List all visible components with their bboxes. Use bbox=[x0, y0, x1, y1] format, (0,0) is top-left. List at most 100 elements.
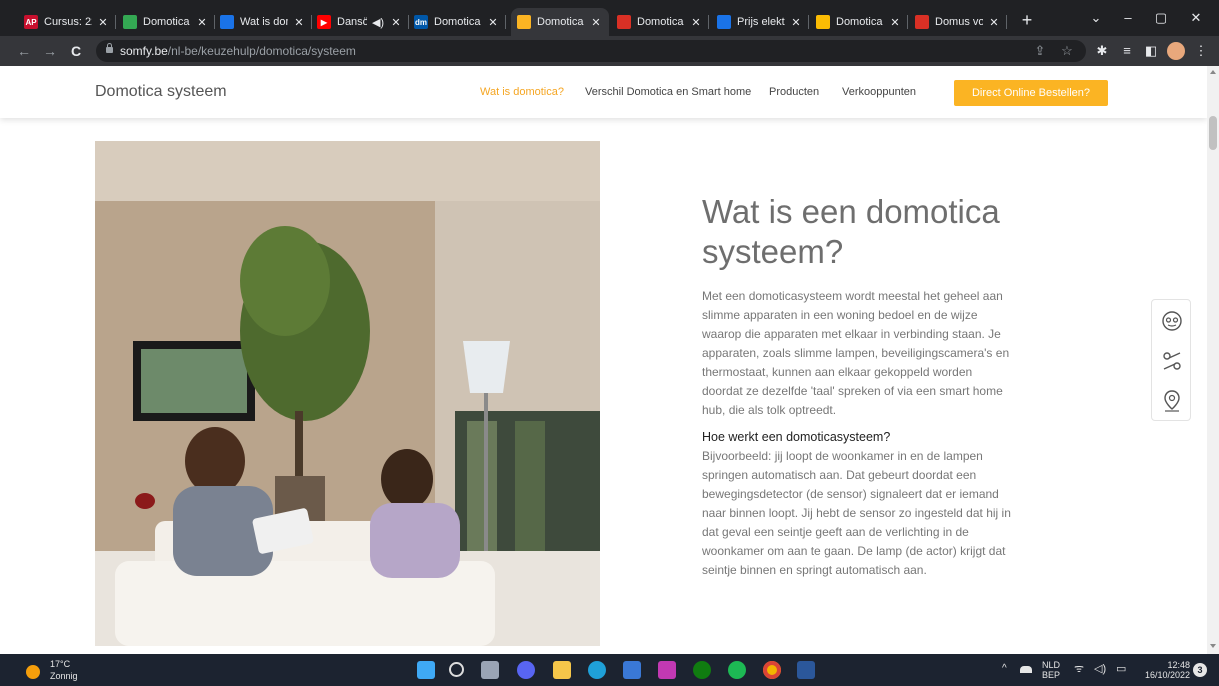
intro-line: Met een domoticasysteem wordt meestal he… bbox=[702, 289, 1003, 303]
file-explorer-icon[interactable] bbox=[553, 661, 571, 679]
maximize-icon[interactable]: ▢ bbox=[1146, 7, 1176, 29]
browser-tab[interactable]: Prijs elektri ✕ bbox=[711, 8, 809, 36]
sun-weather-icon[interactable] bbox=[26, 665, 40, 679]
browser-tab[interactable]: AP Cursus: 22- ✕ bbox=[18, 8, 116, 36]
tab-title: Wat is dom bbox=[240, 16, 288, 28]
intro-line: apparaten, zoals slimme lampen, beveilig… bbox=[702, 346, 1010, 360]
tab-title: Domotica s bbox=[434, 16, 482, 28]
teams-chat-icon[interactable] bbox=[517, 661, 535, 679]
tab-title: Domotica s bbox=[537, 16, 585, 28]
clock[interactable]: 12:48 16/10/2022 bbox=[1140, 660, 1190, 680]
how-it-works-heading: Hoe werkt een domoticasysteem? bbox=[702, 430, 891, 444]
scrollbar-thumb[interactable] bbox=[1209, 116, 1217, 150]
tab-close-icon[interactable]: ✕ bbox=[789, 16, 803, 29]
xbox-icon[interactable] bbox=[693, 661, 711, 679]
weather-temperature[interactable]: 17°C bbox=[50, 659, 70, 669]
browser-tab[interactable]: Domus voo ✕ bbox=[909, 8, 1007, 36]
tab-separator bbox=[505, 15, 506, 29]
tab-close-icon[interactable]: ✕ bbox=[888, 16, 902, 29]
tab-close-icon[interactable]: ✕ bbox=[96, 16, 110, 29]
chat-support-icon[interactable] bbox=[1157, 306, 1187, 336]
example-line: bewegingsdetector (de sensor) signaleert… bbox=[702, 487, 999, 501]
weather-description[interactable]: Zonnig bbox=[50, 671, 78, 681]
tab-close-icon[interactable]: ✕ bbox=[486, 16, 500, 29]
tab-close-icon[interactable]: ✕ bbox=[389, 16, 403, 29]
word-icon[interactable] bbox=[797, 661, 815, 679]
ap-logo-icon: AP bbox=[24, 15, 38, 29]
red-circle-icon bbox=[617, 15, 631, 29]
volume-icon[interactable]: ◁) bbox=[1094, 664, 1106, 675]
nav-wat-is-domotica[interactable]: Wat is domotica? bbox=[480, 86, 564, 98]
reading-list-icon[interactable]: ≡ bbox=[1118, 42, 1136, 60]
edge-browser-icon[interactable] bbox=[588, 661, 606, 679]
tab-separator bbox=[708, 15, 709, 29]
notification-badge[interactable]: 3 bbox=[1193, 663, 1207, 677]
article-title: Wat is een domotica systeem? bbox=[702, 192, 1062, 272]
site-header: Domotica systeem Wat is domotica? Versch… bbox=[0, 66, 1207, 118]
location-pin-icon[interactable] bbox=[1157, 386, 1187, 416]
dm-logo-icon: dm bbox=[414, 15, 428, 29]
browser-tab[interactable]: ▶ Dansöz ◀) ✕ bbox=[311, 8, 409, 36]
green-book-icon bbox=[123, 15, 137, 29]
tab-separator bbox=[907, 15, 908, 29]
forward-arrow-icon[interactable]: → bbox=[40, 41, 60, 61]
tab-close-icon[interactable]: ✕ bbox=[589, 16, 603, 29]
example-line: dat geval een seintje geeft aan de verli… bbox=[702, 525, 969, 539]
tray-chevron-icon[interactable]: ^ bbox=[1002, 664, 1007, 674]
close-window-icon[interactable]: ✕ bbox=[1181, 7, 1211, 29]
web-page: Domotica systeem Wat is domotica? Versch… bbox=[0, 66, 1207, 654]
chrome-icon[interactable] bbox=[763, 661, 781, 679]
tab-close-icon[interactable]: ✕ bbox=[689, 16, 703, 29]
order-online-button[interactable]: Direct Online Bestellen? bbox=[954, 80, 1108, 106]
nav-verkooppunten[interactable]: Verkooppunten bbox=[842, 86, 916, 98]
battery-icon[interactable]: ▭ bbox=[1116, 664, 1126, 675]
scroll-down-arrow-icon[interactable] bbox=[1210, 644, 1216, 648]
side-panel-icon[interactable]: ◧ bbox=[1142, 42, 1160, 60]
browser-tab[interactable]: Wat is dom ✕ bbox=[214, 8, 312, 36]
profile-avatar-icon[interactable] bbox=[1167, 42, 1185, 60]
bookmark-star-icon[interactable]: ☆ bbox=[1058, 42, 1076, 60]
nav-verschil-domotica-smart-home[interactable]: Verschil Domotica en Smart home bbox=[585, 86, 751, 98]
scroll-up-arrow-icon[interactable] bbox=[1210, 70, 1216, 74]
address-bar[interactable]: somfy.be/nl-be/keuzehulp/domotica/systee… bbox=[96, 40, 1086, 62]
input-language[interactable]: NLD BEP bbox=[1042, 660, 1060, 680]
site-brand-title[interactable]: Domotica systeem bbox=[95, 83, 227, 101]
spotify-icon[interactable] bbox=[728, 661, 746, 679]
tools-scissors-icon[interactable] bbox=[1157, 346, 1187, 376]
audio-speaker-icon[interactable]: ◀) bbox=[371, 16, 385, 29]
back-arrow-icon[interactable]: ← bbox=[14, 41, 34, 61]
tab-search-icon[interactable]: ⌄ bbox=[1081, 7, 1111, 29]
browser-tab[interactable]: dm Domotica s ✕ bbox=[408, 8, 506, 36]
instagram-app-icon[interactable] bbox=[658, 661, 676, 679]
menu-kebab-icon[interactable]: ⋮ bbox=[1192, 42, 1210, 60]
page-scrollbar[interactable] bbox=[1207, 66, 1219, 654]
example-line: springen automatisch aan. Dat gebeurt do… bbox=[702, 468, 977, 482]
windows-taskbar: 17°C Zonnig ^ NLD BEP ᯤ ◁) ▭ 12:48 16/10… bbox=[0, 654, 1219, 686]
onedrive-cloud-icon[interactable] bbox=[1020, 666, 1032, 673]
tab-close-icon[interactable]: ✕ bbox=[195, 16, 209, 29]
extensions-puzzle-icon[interactable]: ✱ bbox=[1093, 42, 1111, 60]
browser-tab[interactable]: Domotica - ✕ bbox=[611, 8, 709, 36]
living-room-photo bbox=[95, 141, 600, 646]
tab-title: Dansöz bbox=[337, 16, 367, 28]
browser-tab-strip: AP Cursus: 22- ✕ Domotica r ✕ Wat is dom ✕ ▶ Dan… bbox=[0, 0, 1219, 36]
tab-title: Domotica v bbox=[836, 16, 884, 28]
tab-title: Domotica r bbox=[143, 16, 191, 28]
task-view-icon[interactable] bbox=[481, 661, 499, 679]
search-icon[interactable] bbox=[449, 662, 464, 677]
new-tab-button[interactable]: + bbox=[1016, 10, 1038, 32]
reload-icon[interactable]: C bbox=[66, 41, 86, 61]
microsoft-store-icon[interactable] bbox=[623, 661, 641, 679]
browser-tab[interactable]: Domotica r ✕ bbox=[117, 8, 215, 36]
tab-close-icon[interactable]: ✕ bbox=[292, 16, 306, 29]
wifi-icon[interactable]: ᯤ bbox=[1074, 664, 1084, 675]
browser-tab[interactable]: Domotica s ✕ bbox=[511, 8, 609, 36]
nav-producten[interactable]: Producten bbox=[769, 86, 819, 98]
minimize-icon[interactable]: – bbox=[1113, 7, 1143, 29]
domus-icon bbox=[915, 15, 929, 29]
windows-start-icon[interactable] bbox=[417, 661, 435, 679]
browser-tab[interactable]: Domotica v ✕ bbox=[810, 8, 908, 36]
tab-close-icon[interactable]: ✕ bbox=[987, 16, 1001, 29]
share-icon[interactable]: ⇪ bbox=[1031, 42, 1049, 60]
lock-icon bbox=[106, 43, 113, 53]
